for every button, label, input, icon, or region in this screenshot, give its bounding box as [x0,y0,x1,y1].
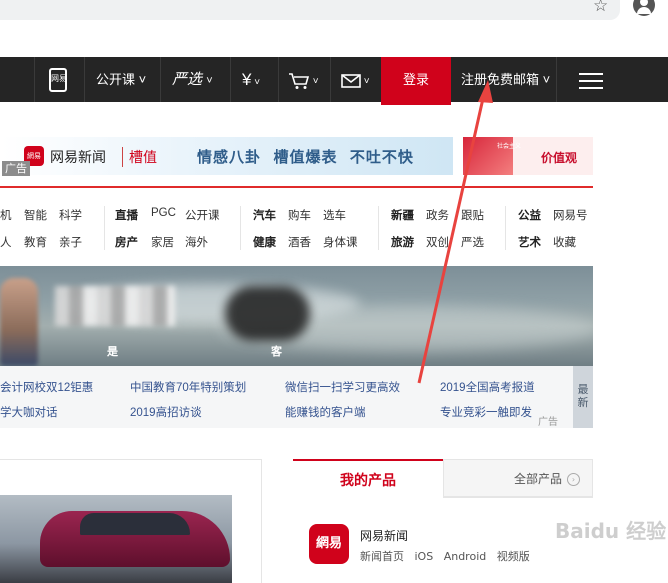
channel-divider [378,206,379,250]
channel-divider [104,206,105,250]
ad-label-small: 广告 [538,417,558,428]
channel-link[interactable]: 机 [0,207,12,223]
channel-link[interactable]: 直播 [115,207,138,223]
channel-link[interactable]: 艺术 [518,234,541,250]
nav-yanxuan[interactable]: 严选 ˅ [172,57,213,102]
channel-link[interactable]: 酒香 [288,234,311,250]
channel-link[interactable]: 收藏 [553,234,576,250]
login-button[interactable]: 登录 [381,57,451,105]
news-app-banner[interactable]: 網易 网易新闻 槽值 情感八卦 槽值爆表 不吐不快 [2,137,453,175]
channel-link[interactable]: 公益 [518,207,541,223]
address-bar[interactable] [0,0,620,20]
banner-logo-text: 网易新闻 [50,149,106,165]
nav-gongkaike[interactable]: 公开课 ˅ [96,57,146,102]
register-free-mail-link[interactable]: 注册免费邮箱 ˅ [461,57,550,102]
channel-link[interactable]: 新疆 [391,207,414,223]
channel-link[interactable]: 健康 [253,234,276,250]
channel-divider [240,206,241,250]
hero-caption: 客 [271,345,282,358]
channel-link[interactable]: 海外 [185,234,208,250]
red-divider [0,186,593,188]
channel-link[interactable]: 房产 [115,234,138,250]
star-icon[interactable]: ☆ [593,0,608,16]
mail-icon[interactable]: ˅ [341,57,370,102]
headline-link[interactable]: 微信扫一扫学习更高效 [285,379,400,395]
ad-label: 广告 [2,161,30,176]
channel-link[interactable]: 教育 [24,234,47,250]
headline-link[interactable]: 专业竞彩一触即发 [440,404,532,420]
nav-divider [34,57,35,102]
baidu-watermark: Baidu 经验 [555,519,667,543]
app-name[interactable]: 网易新闻 [360,527,408,544]
cart-icon[interactable]: ˅ [288,57,319,102]
nav-divider [84,57,85,102]
netease-news-app-icon[interactable]: 網易 [309,524,349,564]
channel-link[interactable]: 亲子 [59,234,82,250]
tab-all-products-label: 全部产品 [514,472,563,486]
nav-divider [278,57,279,102]
latest-tab[interactable]: 最新 [573,366,593,428]
app-link[interactable]: 新闻首页 [360,550,404,563]
app-link[interactable]: iOS [415,550,434,563]
hero-caption: 是 [107,345,118,358]
headline-link[interactable]: 2019全国高考报道 [440,379,535,395]
site-top-nav: 网易 公开课 ˅ 严选 ˅ ¥ ˅ ˅ ˅ 注册免费邮箱 ˅ [0,57,668,102]
nav-yanxuan-label: 严选 [172,71,203,88]
car-ad-image[interactable] [0,495,232,583]
yen-icon[interactable]: ¥ ˅ [242,57,260,102]
channel-link[interactable]: 家居 [151,234,174,250]
channel-link[interactable]: 科学 [59,207,82,223]
nav-divider [330,57,331,102]
banner-brand-tag: 槽值 [122,147,157,167]
channel-link[interactable]: 网易号 [553,207,588,223]
channel-link[interactable]: 政务 [426,207,449,223]
banner-slogan: 情感八卦 槽值爆表 不吐不快 [197,148,414,166]
headline-link[interactable]: 学大咖对话 [0,404,58,420]
chevron-right-icon: › [567,473,581,486]
channel-link[interactable]: 跟贴 [461,207,484,223]
channel-link[interactable]: 身体课 [323,234,358,250]
hero-image[interactable]: 是 客 [0,266,593,366]
hero-mosaic-overlay [55,286,175,326]
headline-link[interactable]: 能赚钱的客户端 [285,404,366,420]
nav-gongkaike-label: 公开课 [96,72,136,87]
headline-link[interactable]: 中国教育70年特别策划 [130,379,246,395]
channel-link[interactable]: 公开课 [185,207,220,223]
car-window [80,513,190,535]
channel-link[interactable]: 严选 [461,234,484,250]
nav-divider [160,57,161,102]
phone-icon-label: 网易 [51,74,67,83]
channel-link[interactable]: 智能 [24,207,47,223]
headline-links: 会计网校双12钜惠 中国教育70年特别策划 微信扫一扫学习更高效 2019全国高… [0,366,573,428]
phone-icon[interactable]: 网易 [45,57,75,102]
nav-divider [230,57,231,102]
channel-divider [505,206,506,250]
register-label: 注册免费邮箱 [461,72,540,87]
tab-all-products[interactable]: 全部产品 › [443,459,593,497]
latest-label: 最新 [577,383,589,409]
tab-my-products[interactable]: 我的产品 [293,459,443,499]
hamburger-icon[interactable] [579,68,603,92]
channel-link[interactable]: 选车 [323,207,346,223]
app-link[interactable]: 视频版 [497,550,530,563]
nav-divider [556,57,557,102]
channel-link[interactable]: 汽车 [253,207,276,223]
app-link[interactable]: Android [444,550,487,563]
hero-dark-blob [225,286,310,341]
values-banner[interactable]: 社会主义 价值观 [463,137,593,175]
channel-link[interactable]: 人 [0,234,12,250]
channel-link[interactable]: 双创 [426,234,449,250]
channel-link[interactable]: PGC [151,207,176,219]
hero-person-figure [0,278,38,366]
values-text: 价值观 [541,151,578,165]
headline-link[interactable]: 会计网校双12钜惠 [0,379,93,395]
app-links: 新闻首页 iOS Android 视频版 [360,548,537,564]
channel-link[interactable]: 购车 [288,207,311,223]
channel-link[interactable]: 旅游 [391,234,414,250]
headline-link[interactable]: 2019高招访谈 [130,404,202,420]
values-small-text: 社会主义 [497,143,522,150]
